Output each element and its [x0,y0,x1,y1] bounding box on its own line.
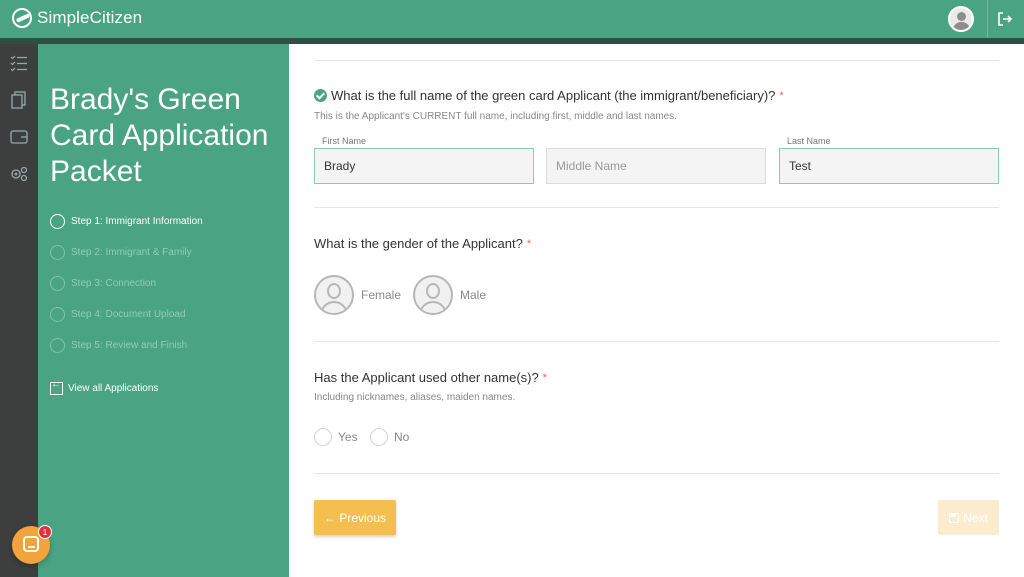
gender-label: Male [460,288,487,302]
step-label: Step 1: Immigrant Information [71,216,203,227]
packet-title: Brady's Green Card Application Packet [50,83,269,188]
chat-icon [23,536,39,552]
male-avatar-icon [413,275,453,315]
step-label: Step 4: Document Upload [71,309,186,320]
step-circle-icon [50,214,65,229]
gender-question-title: What is the gender of the Applicant? * [314,236,531,251]
other-names-yes-option[interactable]: Yes [314,428,358,446]
step-label: Step 3: Connection [71,278,157,289]
next-label: Next [963,510,988,525]
back-arrow-icon [50,379,63,395]
last-name-input[interactable] [779,148,999,184]
documents-icon[interactable] [9,90,29,110]
logout-icon[interactable] [997,11,1013,27]
chat-notification-badge: 1 [38,525,52,539]
settings-gears-icon[interactable] [9,164,29,184]
avatar-head [957,12,966,21]
save-icon [949,512,960,523]
next-button[interactable]: Next [938,500,999,535]
step-circle-icon [50,338,65,353]
first-name-label: First Name [322,136,367,146]
simplecitizen-logo-icon [12,8,32,28]
other-names-question-text: Has the Applicant used other name(s)? [314,370,539,385]
gender-question-text: What is the gender of the Applicant? [314,236,523,251]
checklist-icon[interactable] [9,53,29,73]
view-all-applications-link[interactable]: View all Applications [50,379,159,395]
view-all-label: View all Applications [68,383,159,394]
required-mark: * [542,371,548,384]
required-mark: * [779,89,784,102]
radio-label: Yes [338,430,358,444]
gender-label: Female [361,288,402,302]
step-circle-icon [50,307,65,322]
form-area: What is the full name of the green card … [289,44,1024,577]
divider [314,341,999,342]
avatar-body [953,22,970,30]
gender-option-female[interactable]: Female [314,275,401,315]
top-bar: SimpleCitizen [0,0,1024,38]
brand-logo[interactable]: SimpleCitizen [12,8,142,28]
required-mark: * [526,237,532,250]
previous-button[interactable]: ← Previous [314,500,396,535]
step-item-3[interactable]: Step 3: Connection [50,276,156,291]
brand-name: SimpleCitizen [37,8,143,27]
first-name-input[interactable] [314,148,534,184]
divider [314,207,999,208]
step-label: Step 2: Immigrant & Family [71,247,192,258]
divider [314,60,999,61]
gender-option-male[interactable]: Male [413,275,486,315]
radio-yes[interactable] [314,428,332,446]
application-sidebar: Brady's Green Card Application Packet St… [38,44,289,577]
other-names-question-title: Has the Applicant used other name(s)? * [314,370,547,385]
divider [314,473,999,474]
step-circle-icon [50,245,65,260]
step-item-5[interactable]: Step 5: Review and Finish [50,338,187,353]
header-divider [987,0,988,38]
wallet-icon[interactable] [9,127,29,147]
check-circle-icon [314,89,327,102]
left-rail [0,44,38,577]
last-name-label: Last Name [787,136,831,146]
step-item-4[interactable]: Step 4: Document Upload [50,307,186,322]
name-question-hint: This is the Applicant's CURRENT full nam… [314,111,677,122]
name-question-text: What is the full name of the green card … [331,88,776,103]
step-item-2[interactable]: Step 2: Immigrant & Family [50,245,192,260]
user-avatar[interactable] [948,6,974,32]
other-names-no-option[interactable]: No [370,428,409,446]
step-circle-icon [50,276,65,291]
radio-no[interactable] [370,428,388,446]
name-question-title: What is the full name of the green card … [314,88,784,103]
step-label: Step 5: Review and Finish [71,340,188,351]
radio-label: No [394,430,410,444]
female-avatar-icon [314,275,354,315]
middle-name-input[interactable] [546,148,766,184]
step-item-1[interactable]: Step 1: Immigrant Information [50,214,203,229]
other-names-hint: Including nicknames, aliases, maiden nam… [314,392,516,403]
